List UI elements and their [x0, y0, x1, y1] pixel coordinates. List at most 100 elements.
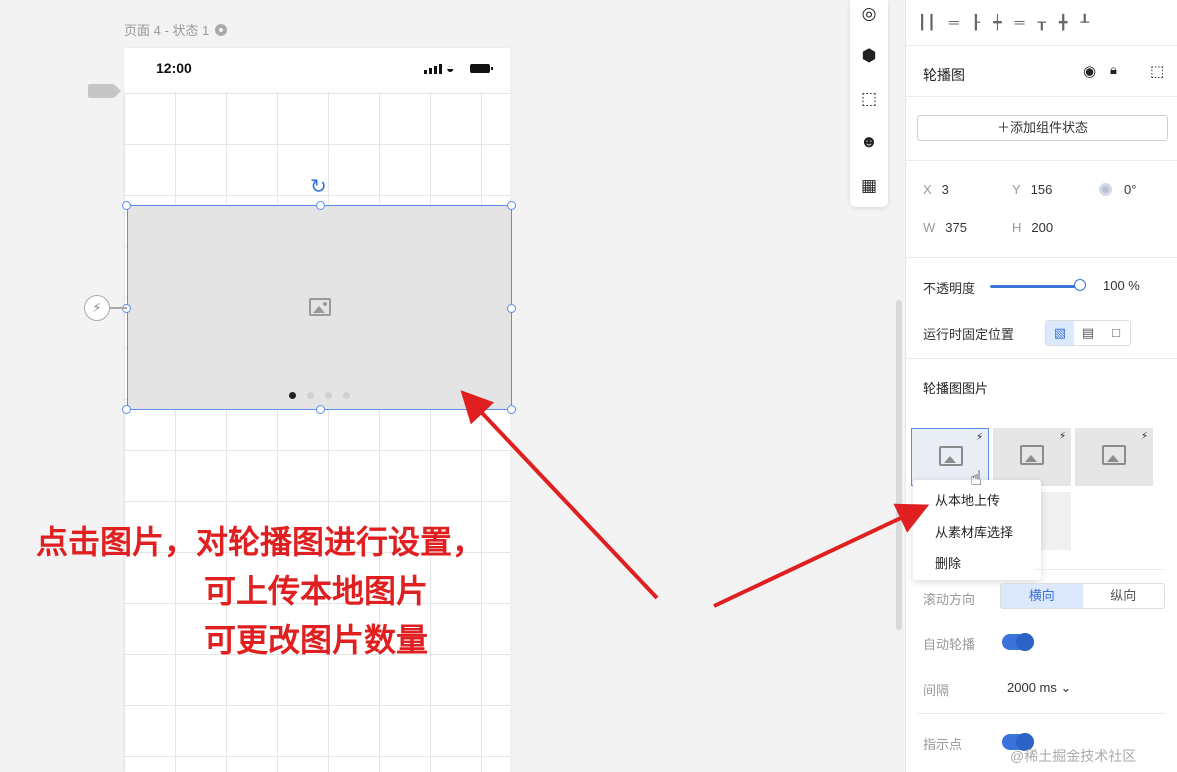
add-state-button[interactable]: ＋添加组件状态 [917, 115, 1168, 141]
resize-handle[interactable] [316, 405, 325, 414]
resize-handle[interactable] [122, 304, 131, 313]
wifi-icon: ◒ [446, 60, 455, 76]
annotation-line: 可上传本地图片 [203, 573, 428, 609]
signal-icon [424, 64, 442, 74]
menu-item-delete[interactable]: 删除 [935, 553, 961, 572]
plus-icon: ＋ [996, 120, 1010, 135]
resize-handle[interactable] [507, 201, 516, 210]
w-field[interactable]: W 375 [923, 220, 967, 235]
divider [1034, 569, 1164, 570]
hand-cursor-icon: ☝ [970, 468, 983, 490]
direction-horizontal[interactable]: 横向 [1001, 584, 1083, 608]
divider [906, 160, 1177, 161]
resize-handle[interactable] [507, 304, 516, 313]
menu-item-from-library[interactable]: 从素材库选择 [935, 522, 1013, 541]
context-menu: 从本地上传 从素材库选择 删除 [913, 480, 1041, 580]
layout-icon[interactable]: ▦ [859, 176, 879, 196]
bolt-icon[interactable]: ⚡ [1141, 431, 1148, 442]
page-label-text: 页面 4 - 状态 1 [124, 23, 210, 38]
carousel-dot [307, 392, 314, 399]
emoji-icon[interactable]: ☻ [859, 132, 879, 152]
divider [918, 713, 1166, 714]
rotation-field[interactable]: 0° [1124, 182, 1136, 197]
annotation-line: 可更改图片数量 [203, 622, 428, 658]
arrow-to-menu [713, 503, 930, 608]
fixed-bottom-option[interactable]: □ [1102, 321, 1130, 345]
image-icon [309, 298, 331, 316]
divider [906, 96, 1177, 97]
target-icon[interactable]: ◎ [859, 4, 879, 24]
component-name: 轮播图 [923, 67, 965, 83]
eye-icon[interactable]: ◉ [1083, 62, 1096, 80]
align-center-icon[interactable]: ═ [949, 14, 960, 31]
align-bottom-icon[interactable]: ┸ [1080, 14, 1089, 31]
fixed-position-group: ▧ ▤ □ [1045, 320, 1131, 346]
side-toolbar: ◎ ⬢ ⬚ ☻ ▦ [850, 0, 888, 207]
section-title: 轮播图图片 [923, 381, 989, 396]
interval-select[interactable]: 2000 ms ⌄ [1007, 680, 1071, 696]
scrollbar[interactable] [896, 300, 902, 630]
y-field[interactable]: Y 156 [1012, 182, 1052, 197]
align-vcenter-icon[interactable]: ┰ [1038, 14, 1047, 31]
opacity-slider-knob[interactable] [1074, 279, 1086, 291]
carousel-dot-active [289, 392, 296, 399]
resize-handle[interactable] [122, 201, 131, 210]
divider [906, 358, 1177, 359]
opacity-label: 不透明度 [923, 281, 976, 296]
divider [906, 45, 1177, 46]
align-hcenter-icon[interactable]: ┿ [993, 14, 1002, 31]
chevron-down-icon: ⌄ [1060, 680, 1072, 695]
battery-icon [470, 64, 493, 73]
page-label: 页面 4 - 状态 1 [124, 20, 228, 39]
opacity-slider[interactable] [990, 285, 1080, 288]
image-icon [1102, 445, 1126, 465]
menu-item-upload-local[interactable]: 从本地上传 [935, 490, 1000, 509]
fixed-top-option[interactable]: ▤ [1074, 321, 1102, 345]
cube-icon[interactable]: ⬢ [859, 46, 879, 66]
add-state-label: 添加组件状态 [1010, 120, 1089, 135]
fixed-none-option[interactable]: ▧ [1046, 321, 1074, 345]
scroll-direction-label: 滚动方向 [923, 592, 976, 607]
indicator-label: 指示点 [923, 737, 963, 752]
fixed-position-label: 运行时固定位置 [923, 327, 1015, 342]
properties-panel: ┃┃ ═ ┠ ┿ ═ ┰ ╋ ┸ 轮播图 ◉ 🔒︎ ⬚ ＋添加组件状态 X3 Y… [905, 0, 1177, 772]
image-icon [1020, 445, 1044, 465]
align-middle-icon[interactable]: ╋ [1059, 14, 1068, 31]
status-bar: 12:00 ◒ [124, 48, 510, 92]
image-icon [939, 446, 963, 466]
frame-icon[interactable]: ⬚ [859, 89, 879, 109]
interaction-bolt-icon[interactable]: ⚡ [84, 295, 110, 321]
carousel-thumb[interactable]: ⚡ [993, 428, 1071, 486]
autoplay-toggle[interactable] [1002, 633, 1034, 651]
fullscreen-icon[interactable]: ⬚ [1150, 62, 1164, 80]
h-field[interactable]: H 200 [1012, 220, 1053, 235]
gear-icon[interactable] [215, 23, 228, 36]
interaction-connector [110, 307, 127, 309]
divider [906, 257, 1177, 258]
interval-label: 间隔 [923, 683, 950, 698]
x-field[interactable]: X3 [923, 182, 949, 197]
carousel-thumb[interactable]: ⚡ [1075, 428, 1153, 486]
bolt-icon[interactable]: ⚡ [1059, 431, 1066, 442]
rotate-icon[interactable]: ↻ [310, 174, 327, 199]
align-left-icon[interactable]: ┃┃ [918, 14, 937, 31]
scroll-direction-group: 横向 纵向 [1000, 583, 1165, 609]
resize-handle[interactable] [316, 201, 325, 210]
opacity-value[interactable]: 100 % [1103, 278, 1140, 293]
tag-icon[interactable] [88, 84, 121, 98]
carousel-component[interactable] [127, 205, 512, 410]
carousel-dot [325, 392, 332, 399]
align-right-icon[interactable]: ┠ [972, 14, 981, 31]
align-top-icon[interactable]: ═ [1015, 14, 1026, 31]
annotation-text: 点击图片，对轮播图进行设置， 可上传本地图片 可更改图片数量 [36, 518, 596, 665]
direction-vertical[interactable]: 纵向 [1083, 584, 1165, 608]
lock-icon[interactable]: 🔒︎ [1110, 62, 1117, 78]
status-time: 12:00 [156, 60, 192, 76]
annotation-line: 点击图片，对轮播图进行设置， [36, 524, 485, 560]
resize-handle[interactable] [122, 405, 131, 414]
rotation-icon [1099, 183, 1112, 196]
watermark: @稀土掘金技术社区 [1010, 748, 1137, 764]
autoplay-label: 自动轮播 [923, 637, 976, 652]
bolt-icon[interactable]: ⚡ [976, 432, 983, 443]
resize-handle[interactable] [507, 405, 516, 414]
